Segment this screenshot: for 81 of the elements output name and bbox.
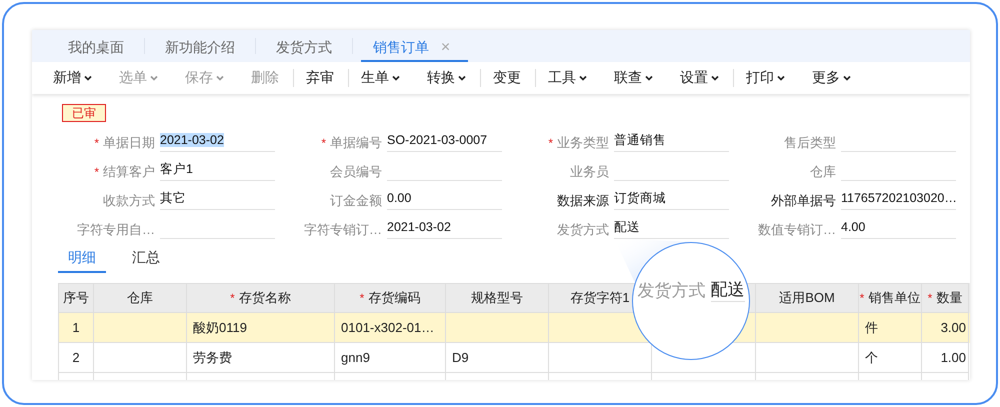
chevron-down-icon [216, 75, 224, 81]
table-cell: 2 [59, 343, 94, 373]
chevron-down-icon [579, 75, 587, 81]
tab[interactable]: 发货方式 [264, 30, 344, 62]
table-cell: 1 [59, 313, 94, 343]
table-cell: 件 [859, 313, 922, 343]
input-field[interactable]: 0.00 [387, 187, 502, 210]
input-field[interactable]: 4.00 [841, 216, 956, 239]
chevron-down-icon [458, 75, 466, 81]
toolbar-button[interactable]: 打印 [733, 69, 792, 87]
table-cell: 个 [859, 343, 922, 373]
input-field[interactable]: 2021-03-02 [387, 216, 502, 239]
input-field[interactable]: SO-2021-03-0007 [387, 129, 502, 152]
required-marker: * [94, 165, 99, 179]
toolbar-button[interactable]: 新增 [46, 69, 99, 87]
tab[interactable]: 销售订单 × [361, 30, 468, 62]
field-label: 字符专用自… [77, 222, 155, 237]
field-value: 117657202103020… [841, 191, 957, 205]
field-label: 会员编号 [330, 164, 382, 179]
field-label: 业务员 [570, 164, 609, 179]
chevron-down-icon [150, 75, 158, 81]
field-label: 业务类型 [557, 135, 609, 150]
table-cell: 劳务费 [187, 343, 335, 373]
required-marker: * [94, 136, 99, 150]
tab[interactable]: 汇总 [122, 249, 170, 273]
field-label: 收款方式 [103, 193, 155, 208]
field-label: 外部单据号 [771, 193, 836, 208]
table-cell: 0101-x302-01… [335, 313, 446, 343]
input-field: 配送 [710, 278, 744, 302]
column-header: * 存货名称 [187, 283, 335, 313]
toolbar-button[interactable]: 更多 [805, 69, 858, 87]
required-marker: * [321, 136, 326, 150]
toolbar-button[interactable]: 变更 [480, 69, 528, 87]
field-label: 单据编号 [330, 135, 382, 150]
field-value: 2021-03-02 [160, 133, 224, 147]
chevron-down-icon [84, 75, 92, 81]
table-cell: 1.00 [922, 343, 969, 373]
tab[interactable]: 明细 [58, 249, 106, 273]
chevron-down-icon [843, 75, 851, 81]
field-label: 订金金额 [330, 193, 382, 208]
field-label: 数据来源 [557, 193, 609, 208]
table-cell: 酸奶0119 [187, 313, 335, 343]
field-label: 仓库 [810, 164, 836, 179]
field-value: 客户1 [160, 160, 193, 178]
toolbar-button[interactable]: 联查 [607, 69, 660, 87]
field-label: 发货方式 [557, 222, 609, 237]
input-field[interactable]: 订货商城 [614, 187, 729, 210]
tab[interactable]: 我的桌面 [56, 30, 136, 62]
field-label: 数值专销订… [758, 222, 836, 237]
status-badge: 已审 [62, 104, 106, 122]
chevron-down-icon [645, 75, 653, 81]
chevron-down-icon [711, 75, 719, 81]
input-field[interactable]: 普通销售 [614, 129, 729, 152]
field-value: 配送 [614, 218, 640, 236]
field-value: 0.00 [387, 191, 412, 205]
field-value: 其它 [160, 190, 186, 206]
field-value: 普通销售 [614, 132, 666, 148]
field-label: 字符专销订… [304, 222, 382, 237]
toolbar-button[interactable]: 生单 [348, 69, 407, 87]
input-field[interactable]: 客户1 [160, 158, 275, 181]
table-cell: 3.00 [922, 313, 969, 343]
field-value: 4.00 [841, 220, 866, 234]
field-label: 结算客户 [103, 164, 155, 179]
toolbar-button[interactable]: 工具 [535, 69, 594, 87]
toolbar-button[interactable]: 转换 [420, 69, 473, 87]
chevron-down-icon [392, 75, 400, 81]
toolbar-button[interactable]: 设置 [673, 69, 726, 87]
field-value: 2021-03-02 [387, 220, 451, 234]
toolbar-button[interactable]: 弃审 [293, 69, 341, 87]
field-label: 售后类型 [784, 135, 836, 150]
input-field[interactable]: 其它 [160, 187, 275, 210]
chevron-down-icon [777, 75, 785, 81]
required-marker: * [548, 136, 553, 150]
input-field[interactable]: 2021-03-02 [160, 129, 275, 152]
table-cell: D9 [446, 343, 549, 373]
input-field[interactable]: 117657202103020… [841, 187, 956, 210]
table-cell: gnn9 [335, 343, 446, 373]
field-value: SO-2021-03-0007 [387, 133, 488, 147]
field-label: 单据日期 [103, 135, 155, 150]
field-value: 订货商城 [614, 190, 666, 206]
tab[interactable]: 新功能介绍 [153, 30, 247, 62]
